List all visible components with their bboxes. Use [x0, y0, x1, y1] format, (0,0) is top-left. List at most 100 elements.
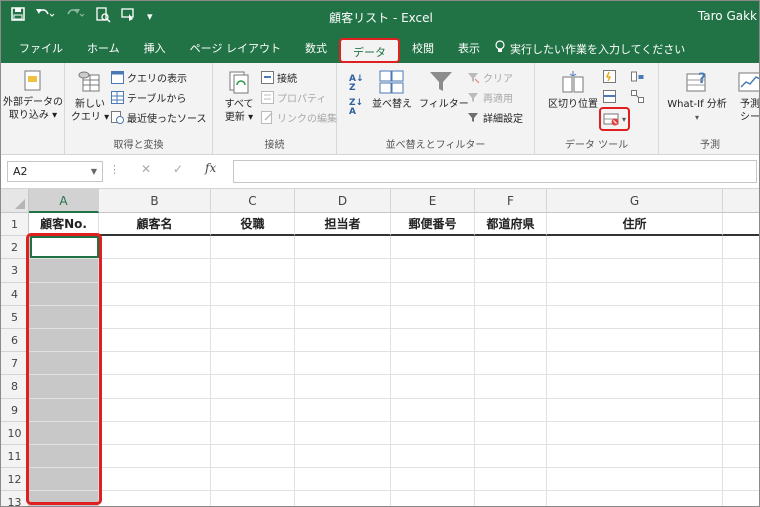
user-name[interactable]: Taro Gakk [698, 9, 757, 23]
relationships-button[interactable] [631, 88, 644, 105]
cell[interactable] [547, 305, 723, 329]
advanced-filter-button[interactable]: 詳細設定 [467, 109, 523, 126]
column-header-a[interactable]: A [29, 189, 99, 213]
edit-links-button[interactable]: リンクの編集 [261, 109, 337, 126]
cell[interactable] [295, 468, 391, 492]
cell[interactable] [99, 259, 211, 283]
cell[interactable] [99, 236, 211, 260]
cell[interactable] [295, 329, 391, 353]
cell[interactable] [391, 375, 475, 399]
connections-button[interactable]: 接続 [261, 69, 297, 86]
cell[interactable] [295, 445, 391, 469]
cell[interactable] [547, 282, 723, 306]
cell[interactable] [211, 352, 295, 376]
cell[interactable] [723, 213, 759, 237]
cell[interactable] [475, 329, 547, 353]
cell[interactable] [475, 421, 547, 445]
cell[interactable] [99, 375, 211, 399]
enter-formula-button[interactable]: ✓ [173, 162, 183, 176]
header-cell[interactable]: 都道府県 [475, 213, 547, 237]
cell[interactable] [295, 398, 391, 422]
cell[interactable] [475, 352, 547, 376]
cell[interactable] [475, 491, 547, 506]
cell[interactable] [391, 445, 475, 469]
data-validation-button[interactable]: ▾ [599, 107, 631, 131]
forecast-sheet-button[interactable]: 予測 シー [733, 69, 759, 124]
cell[interactable] [475, 236, 547, 260]
cell[interactable] [391, 282, 475, 306]
cell[interactable] [723, 283, 759, 306]
new-query-button[interactable]: 新しい クエリ ▾ [69, 69, 111, 124]
row-header-2[interactable]: 2 [1, 236, 29, 260]
cell[interactable] [99, 352, 211, 376]
column-header-e[interactable]: E [391, 189, 475, 213]
cell[interactable] [547, 445, 723, 469]
cell[interactable] [723, 259, 759, 283]
cell[interactable] [391, 491, 475, 506]
row-header-9[interactable]: 9 [1, 398, 29, 422]
cell[interactable] [391, 468, 475, 492]
cell[interactable] [391, 236, 475, 260]
cell[interactable] [99, 329, 211, 353]
row-header-7[interactable]: 7 [1, 352, 29, 376]
cell[interactable] [475, 468, 547, 492]
cell[interactable] [475, 282, 547, 306]
row-header-5[interactable]: 5 [1, 305, 29, 329]
cell[interactable] [723, 445, 759, 469]
column-header-b[interactable]: B [99, 189, 211, 213]
from-table-button[interactable]: テーブルから [111, 89, 186, 106]
cell[interactable] [723, 352, 759, 376]
select-all-button[interactable] [1, 189, 29, 213]
header-cell[interactable]: 住所 [547, 213, 723, 237]
row-header-11[interactable]: 11 [1, 445, 29, 469]
cell[interactable] [99, 421, 211, 445]
column-header-c[interactable]: C [211, 189, 295, 213]
cell[interactable] [547, 421, 723, 445]
tab-insert[interactable]: 挿入 [132, 34, 178, 63]
clear-filter-button[interactable]: クリア [467, 69, 513, 86]
cell[interactable] [99, 491, 211, 506]
cell[interactable] [723, 236, 759, 260]
cell[interactable] [391, 398, 475, 422]
cell[interactable] [475, 305, 547, 329]
consolidate-button[interactable] [631, 68, 644, 85]
cell[interactable] [211, 329, 295, 353]
cell[interactable] [391, 421, 475, 445]
cell[interactable] [723, 306, 759, 329]
column-header-h[interactable] [723, 189, 759, 213]
tab-data[interactable]: データ [338, 38, 400, 63]
properties-button[interactable]: プロパティ [261, 89, 326, 106]
cell[interactable] [723, 491, 759, 506]
row-header-13[interactable]: 13 [1, 491, 29, 506]
cell[interactable] [391, 259, 475, 283]
row-header-12[interactable]: 12 [1, 468, 29, 492]
sort-button[interactable]: 並べ替え [371, 69, 413, 111]
cancel-formula-button[interactable]: ✕ [141, 162, 151, 176]
cell[interactable] [547, 375, 723, 399]
cell[interactable] [475, 445, 547, 469]
cell[interactable] [547, 468, 723, 492]
cell[interactable] [475, 375, 547, 399]
row-header-1[interactable]: 1 [1, 213, 29, 237]
tab-file[interactable]: ファイル [7, 34, 75, 63]
cell[interactable] [547, 259, 723, 283]
cell[interactable] [475, 398, 547, 422]
insert-function-button[interactable]: fx [205, 161, 216, 175]
tab-home[interactable]: ホーム [75, 34, 132, 63]
cell[interactable] [723, 329, 759, 353]
cell[interactable] [211, 468, 295, 492]
cell[interactable] [547, 352, 723, 376]
reapply-button[interactable]: 再適用 [467, 89, 513, 106]
cell[interactable] [391, 352, 475, 376]
cell[interactable] [211, 445, 295, 469]
tab-page-layout[interactable]: ページ レイアウト [178, 34, 293, 63]
remove-duplicates-button[interactable] [603, 88, 616, 105]
cell[interactable] [99, 398, 211, 422]
tell-me-input[interactable]: 実行したい作業を入力してください [510, 41, 685, 57]
text-to-columns-button[interactable]: 区切り位置 [543, 69, 603, 111]
recent-sources-button[interactable]: 最近使ったソース [111, 109, 207, 126]
sort-ascending-button[interactable]: A↓ Z [349, 74, 364, 92]
column-header-g[interactable]: G [547, 189, 723, 213]
cell[interactable] [391, 329, 475, 353]
resize-handle-icon[interactable]: ⋮ [109, 163, 120, 176]
